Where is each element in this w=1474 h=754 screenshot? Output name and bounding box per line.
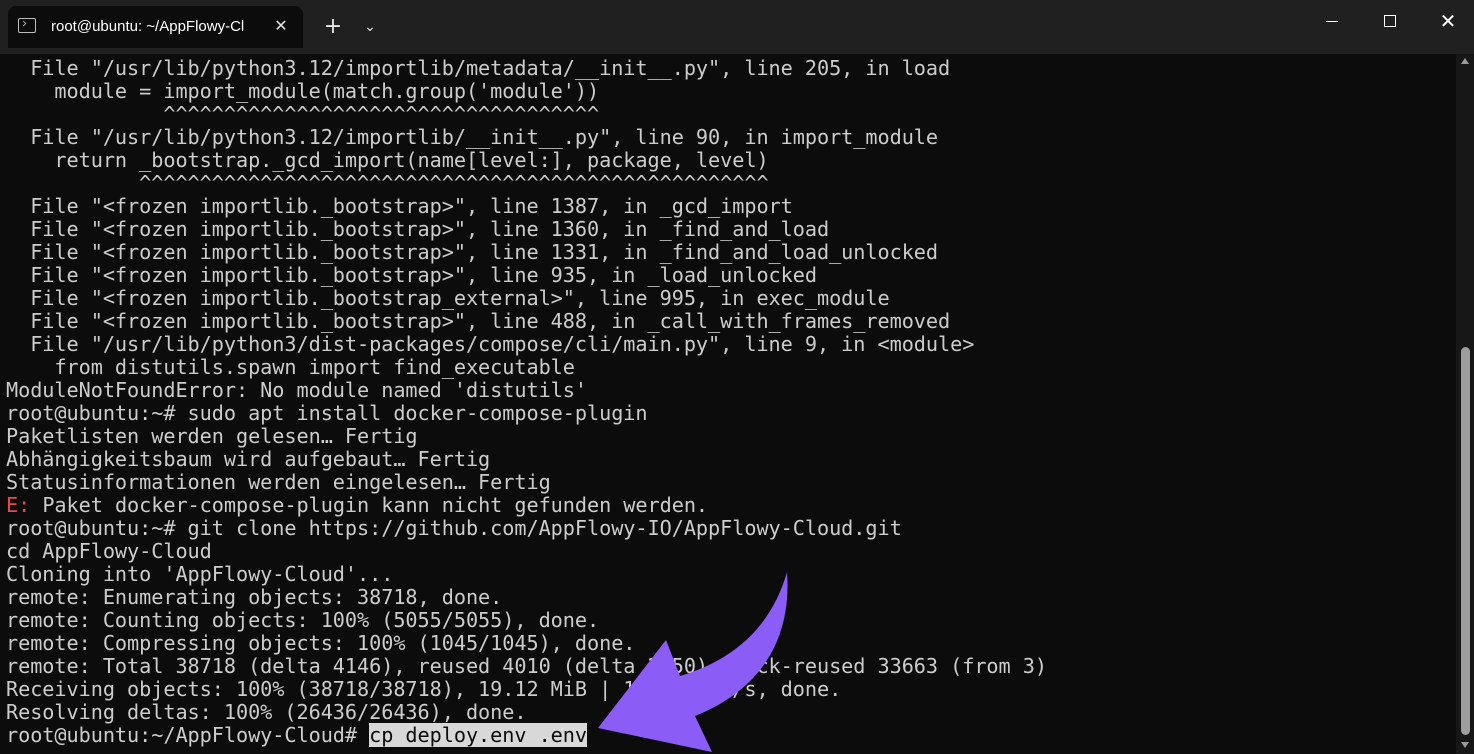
terminal-icon [18, 18, 36, 33]
terminal-output[interactable]: File "/usr/lib/python3.12/importlib/meta… [0, 54, 1456, 754]
title-bar: root@ubuntu: ~/AppFlowy-Cl ✕ + ⌄ ✕ [0, 0, 1474, 54]
terminal-line: ModuleNotFoundError: No module named 'di… [6, 378, 587, 402]
terminal-line: Abhängigkeitsbaum wird aufgebaut… Fertig [6, 447, 491, 471]
terminal-line: remote: Total 38718 (delta 4146), reused… [6, 654, 1047, 678]
terminal-line: return _bootstrap._gcd_import(name[level… [6, 148, 769, 172]
terminal-line: File "<frozen importlib._bootstrap>", li… [6, 217, 830, 241]
terminal-line: E: Paket docker-compose-plugin kann nich… [6, 494, 1047, 517]
terminal-line: root@ubuntu:~# git clone https://github.… [6, 516, 902, 540]
terminal-line: Cloning into 'AppFlowy-Cloud'... [6, 562, 394, 586]
terminal-line: remote: Compressing objects: 100% (1045/… [6, 631, 636, 655]
shell-prompt: root@ubuntu:~/AppFlowy-Cloud# [6, 723, 370, 747]
scroll-down-icon[interactable] [1461, 742, 1469, 748]
terminal-line: remote: Counting objects: 100% (5055/505… [6, 608, 600, 632]
terminal-line: remote: Enumerating objects: 38718, done… [6, 585, 503, 609]
terminal-line: File "<frozen importlib._bootstrap_exter… [6, 286, 890, 310]
new-tab-button[interactable]: + [318, 12, 348, 42]
terminal-tab[interactable]: root@ubuntu: ~/AppFlowy-Cl ✕ [8, 6, 303, 48]
terminal-line: root@ubuntu:~# sudo apt install docker-c… [6, 401, 648, 425]
minimize-button[interactable] [1303, 0, 1361, 42]
terminal-line: Resolving deltas: 100% (26436/26436), do… [6, 700, 527, 724]
terminal-line: File "<frozen importlib._bootstrap>", li… [6, 263, 817, 287]
maximize-button[interactable] [1361, 0, 1419, 42]
terminal-line: Paketlisten werden gelesen… Fertig [6, 424, 418, 448]
scrollbar[interactable] [1456, 54, 1474, 754]
terminal-line: ^^^^^^^^^^^^^^^^^^^^^^^^^^^^^^^^^^^^ [6, 102, 600, 126]
terminal-line: File "/usr/lib/python3/dist-packages/com… [6, 332, 975, 356]
selected-command[interactable]: cp deploy.env .env [369, 723, 587, 747]
terminal-line: Receiving objects: 100% (38718/38718), 1… [6, 677, 842, 701]
terminal-prompt-line[interactable]: root@ubuntu:~/AppFlowy-Cloud# cp deploy.… [6, 723, 1047, 747]
close-tab-icon[interactable]: ✕ [270, 15, 292, 37]
close-window-button[interactable]: ✕ [1419, 0, 1474, 42]
scroll-thumb[interactable] [1461, 347, 1470, 735]
terminal-line: Statusinformationen werden eingelesen… F… [6, 470, 551, 494]
terminal-line: File "<frozen importlib._bootstrap>", li… [6, 309, 951, 333]
terminal-line: ^^^^^^^^^^^^^^^^^^^^^^^^^^^^^^^^^^^^^^^^… [6, 171, 769, 195]
terminal-line: cd AppFlowy-Cloud [6, 539, 212, 563]
terminal-line: File "<frozen importlib._bootstrap>", li… [6, 240, 939, 264]
terminal-line: File "/usr/lib/python3.12/importlib/meta… [6, 56, 951, 80]
error-message: Paket docker-compose-plugin kann nicht g… [30, 493, 709, 517]
tab-dropdown-icon[interactable]: ⌄ [356, 12, 384, 42]
terminal-line: from distutils.spawn import find_executa… [6, 355, 575, 379]
terminal-line: module = import_module(match.group('modu… [6, 79, 600, 103]
terminal-line: File "/usr/lib/python3.12/importlib/__in… [6, 125, 939, 149]
tab-title: root@ubuntu: ~/AppFlowy-Cl [51, 18, 245, 35]
error-prefix: E: [6, 493, 31, 517]
scroll-up-icon[interactable] [1461, 58, 1469, 64]
terminal-line: File "<frozen importlib._bootstrap>", li… [6, 194, 793, 218]
